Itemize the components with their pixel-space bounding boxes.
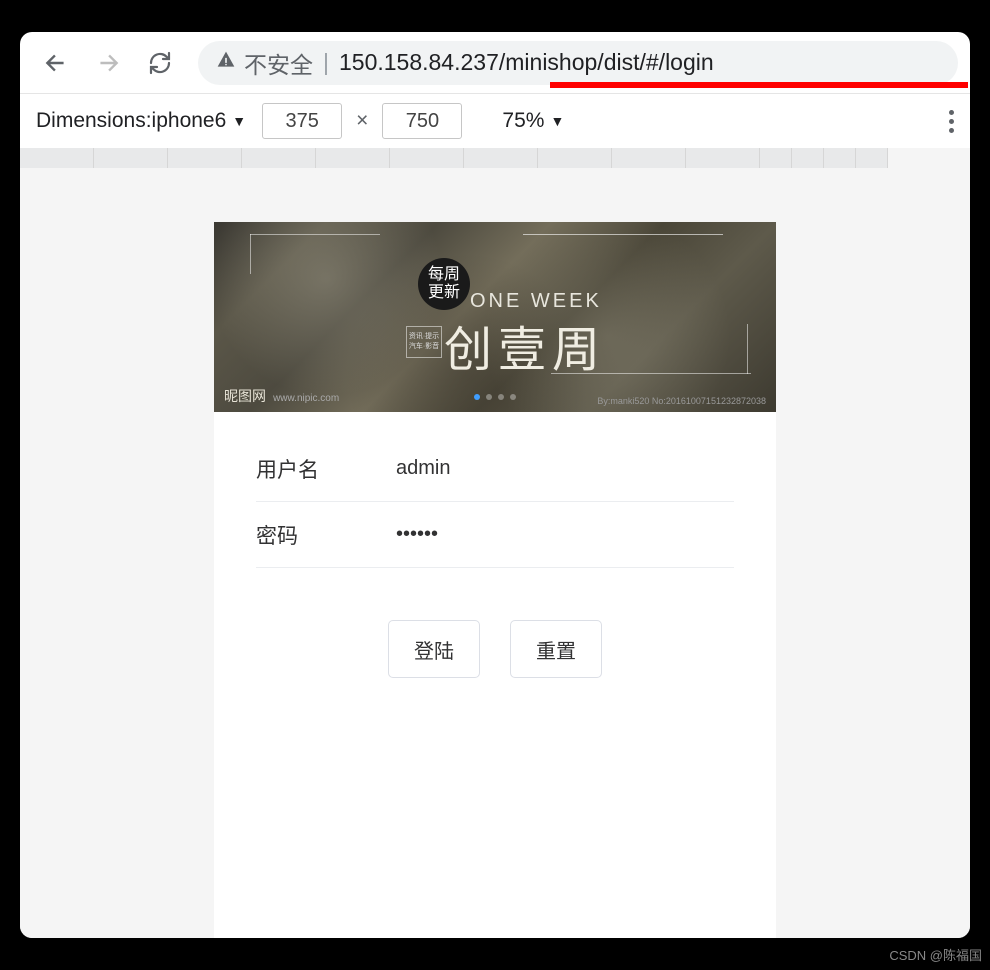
carousel-dot[interactable]: [486, 394, 492, 400]
dimensions-selector[interactable]: Dimensions: iphone6 ▼: [36, 109, 246, 133]
username-input[interactable]: [396, 457, 734, 480]
device-viewport: 每周 更新 ONE WEEK 创壹周 资讯·提示 汽车·影音 昵图网 www.n…: [20, 176, 970, 938]
decor-line: [250, 234, 380, 235]
username-label: 用户名: [256, 454, 396, 484]
banner-title: 创壹周: [444, 310, 606, 380]
reload-button[interactable]: [136, 39, 184, 87]
width-input[interactable]: [262, 103, 342, 139]
more-options-button[interactable]: [949, 110, 954, 133]
login-form: 用户名 密码 登陆 重置: [214, 412, 776, 702]
zoom-selector[interactable]: 75% ▼: [502, 109, 564, 133]
carousel-indicators[interactable]: [474, 394, 516, 400]
url-host: 150.158.84.237: [339, 49, 499, 76]
address-bar[interactable]: 不安全 | 150.158.84.237/minishop/dist/#/log…: [198, 41, 958, 85]
device-name: iphone6: [152, 109, 227, 133]
decor-line: [747, 324, 748, 374]
password-field-row: 密码: [256, 502, 734, 568]
url-separator: |: [323, 49, 329, 76]
decor-line: [551, 373, 751, 374]
security-label: 不安全: [244, 46, 313, 80]
browser-window: 不安全 | 150.158.84.237/minishop/dist/#/log…: [20, 32, 970, 938]
tag-l2: 汽车·影音: [409, 342, 439, 352]
forward-button[interactable]: [84, 39, 132, 87]
dropdown-icon: ▼: [550, 113, 564, 129]
dimension-x: ×: [356, 109, 368, 133]
dropdown-icon: ▼: [232, 113, 246, 129]
carousel-dot[interactable]: [474, 394, 480, 400]
banner-credit: By:manki520 No:20161007151232872038: [597, 396, 766, 406]
login-button[interactable]: 登陆: [388, 620, 480, 678]
carousel-dot[interactable]: [498, 394, 504, 400]
banner-tag: 资讯·提示 汽车·影音: [406, 326, 442, 358]
browser-toolbar: 不安全 | 150.158.84.237/minishop/dist/#/log…: [20, 32, 970, 94]
banner-badge: 每周 更新: [418, 258, 470, 310]
tag-l1: 资讯·提示: [409, 332, 439, 342]
carousel-banner[interactable]: 每周 更新 ONE WEEK 创壹周 资讯·提示 汽车·影音 昵图网 www.n…: [214, 222, 776, 412]
zoom-value: 75%: [502, 109, 544, 133]
url-path: /minishop/dist/#/login: [499, 49, 714, 76]
decor-line: [523, 234, 723, 235]
password-label: 密码: [256, 520, 396, 550]
decor-line: [250, 234, 251, 274]
password-input[interactable]: [396, 523, 734, 546]
badge-line2: 更新: [428, 284, 460, 302]
height-input[interactable]: [382, 103, 462, 139]
reset-button[interactable]: 重置: [510, 620, 602, 678]
banner-logo-url: www.nipic.com: [273, 393, 339, 404]
ruler: [20, 148, 970, 176]
banner-logo-text: 昵图网: [224, 388, 266, 404]
security-warning-icon: [216, 50, 236, 75]
carousel-dot[interactable]: [510, 394, 516, 400]
username-field-row: 用户名: [256, 436, 734, 502]
dimensions-prefix: Dimensions:: [36, 109, 152, 133]
watermark: CSDN @陈福国: [889, 945, 982, 964]
devtools-bar: Dimensions: iphone6 ▼ × 75% ▼: [20, 94, 970, 148]
app-screen: 每周 更新 ONE WEEK 创壹周 资讯·提示 汽车·影音 昵图网 www.n…: [214, 222, 776, 938]
back-button[interactable]: [32, 39, 80, 87]
url-highlight: [550, 82, 968, 88]
form-buttons: 登陆 重置: [256, 620, 734, 678]
badge-line1: 每周: [428, 266, 460, 284]
